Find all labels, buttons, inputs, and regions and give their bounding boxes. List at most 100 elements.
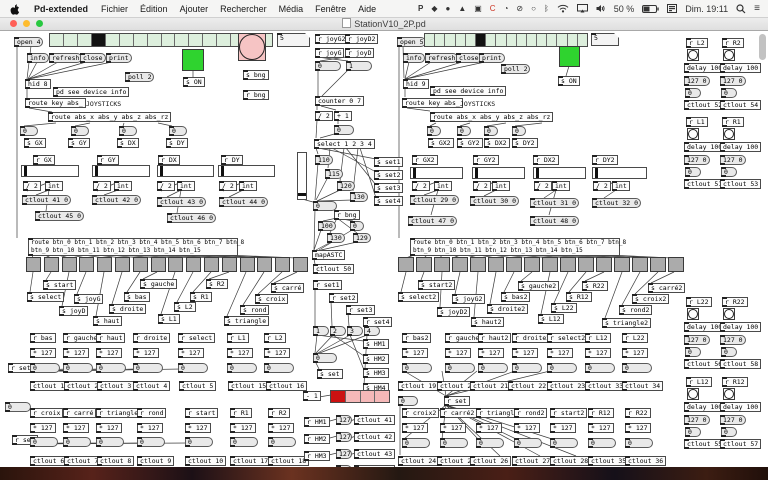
vertical-scrollbar-thumb[interactable] [759, 34, 766, 60]
device1-hradio-cell-1[interactable] [64, 34, 78, 46]
msg-0[interactable]: 0 [350, 221, 364, 231]
msg-ctlout-41-0[interactable]: ctlout 41 0 [22, 195, 71, 205]
msg-0[interactable]: 0 [20, 126, 38, 136]
device1-hradio-cell-5[interactable] [120, 34, 134, 46]
device2-btn-toggle-0[interactable] [398, 257, 414, 272]
msg-ctlout-43-0[interactable]: ctlout 43 0 [157, 197, 206, 207]
dy2-slider[interactable] [592, 167, 647, 179]
spotlight-search-icon[interactable] [736, 4, 746, 14]
r22-bang[interactable] [723, 308, 735, 320]
msg-0[interactable]: 0 [71, 126, 89, 136]
airplay-display-icon[interactable] [577, 4, 588, 13]
msg-0[interactable]: 0 [178, 363, 208, 373]
msg-0[interactable]: 0 [63, 437, 91, 447]
msg-poll-2[interactable]: poll 2 [125, 72, 154, 82]
msg-0[interactable]: 0 [440, 438, 468, 448]
msg-127-0[interactable]: 127 0 [720, 76, 746, 86]
msg-ctlout-44-0[interactable]: ctlout 44 0 [219, 197, 268, 207]
device2-btn-toggle-12[interactable] [614, 257, 630, 272]
device1-hradio-cell-9[interactable] [175, 34, 189, 46]
msg-127[interactable]: 127 [336, 415, 352, 425]
msg-0[interactable]: 0 [398, 396, 418, 406]
msg-0[interactable]: 0 [484, 126, 498, 136]
msg-0[interactable]: 0 [588, 438, 616, 448]
device2-btn-toggle-13[interactable] [632, 257, 648, 272]
apple-menu-icon[interactable] [10, 3, 20, 15]
dy-slider[interactable] [218, 165, 275, 177]
bluetooth-icon[interactable]: ᛒ [544, 4, 549, 13]
msg-close[interactable]: close [80, 53, 106, 63]
msg-0[interactable]: 0 [622, 363, 652, 373]
menu-ajouter[interactable]: Ajouter [180, 4, 209, 14]
device2-btn-toggle-5[interactable] [488, 257, 504, 272]
input-menu-icon[interactable] [667, 4, 677, 13]
device2-hradio-cell-15[interactable] [578, 34, 587, 46]
msg-0[interactable]: 0 [625, 438, 653, 448]
device2-hradio-cell-14[interactable] [568, 34, 578, 46]
msg-0[interactable]: 0 [402, 363, 432, 373]
msg-close[interactable]: close [456, 53, 482, 63]
app-status-icon-3[interactable]: ▲ [458, 4, 466, 13]
device1-hradio-cell-10[interactable] [189, 34, 203, 46]
msg-127-0[interactable]: 127 0 [684, 335, 710, 345]
notification-center-icon[interactable]: ≡ [754, 3, 760, 14]
device1-btn-toggle-12[interactable] [240, 257, 255, 272]
msg-0[interactable]: 0 [119, 126, 137, 136]
msg-0[interactable]: 0 [721, 167, 737, 177]
dx2-slider[interactable] [533, 167, 586, 179]
hm-hradio-cell-2[interactable] [361, 391, 376, 402]
msg-0[interactable]: 0 [685, 88, 701, 98]
msg-130[interactable]: 130 [327, 233, 345, 243]
hm-hradio-cell-0[interactable] [331, 391, 346, 402]
device2-btn-toggle-15[interactable] [668, 257, 684, 272]
device2-btn-toggle-14[interactable] [650, 257, 666, 272]
msg-0[interactable]: 0 [334, 125, 354, 135]
hm-hradio-cell-3[interactable] [375, 391, 389, 402]
device2-btn-toggle-2[interactable] [434, 257, 450, 272]
device2-hradio-cell-2[interactable] [445, 34, 455, 46]
wifi-icon[interactable] [557, 4, 569, 13]
msg-ctlout-48-0[interactable]: ctlout 48 0 [530, 216, 579, 226]
msg-0[interactable]: 0 [402, 438, 430, 448]
msg-115[interactable]: 115 [325, 169, 343, 179]
menu--dition[interactable]: Édition [140, 4, 168, 14]
msg-0[interactable]: 0 [313, 353, 337, 363]
msg-ctlout-30-0[interactable]: ctlout 30 0 [470, 196, 519, 206]
menu-fen-tre[interactable]: Fenêtre [315, 4, 346, 14]
msg-127-0[interactable]: 127 0 [684, 155, 710, 165]
device1-hradio-cell-3[interactable] [92, 34, 106, 46]
big-bang[interactable] [238, 33, 266, 61]
msg-127-0[interactable]: 127 0 [684, 76, 710, 86]
msg-0[interactable]: 0 [264, 363, 294, 373]
msg-open-5[interactable]: open 5 [397, 37, 426, 47]
device1-hradio-cell-0[interactable] [50, 34, 64, 46]
device1-hradio-cell-8[interactable] [162, 34, 176, 46]
msg-0[interactable]: 0 [185, 437, 213, 447]
msg-0[interactable]: 0 [63, 363, 93, 373]
msg-poll-2[interactable]: poll 2 [501, 64, 530, 74]
device1-btn-toggle-2[interactable] [62, 257, 77, 272]
msg-0[interactable]: 0 [585, 363, 615, 373]
app-menu[interactable]: Pd-extended [34, 4, 88, 14]
msg-0[interactable]: 0 [721, 347, 737, 357]
msg-4[interactable]: 4 [364, 326, 380, 336]
device2-hradio[interactable] [424, 33, 588, 47]
msg-127[interactable]: 127 [336, 449, 352, 459]
device1-hradio-cell-7[interactable] [148, 34, 162, 46]
msg-130[interactable]: 130 [350, 192, 368, 202]
device1-btn-toggle-7[interactable] [151, 257, 166, 272]
device2-hradio-cell-8[interactable] [507, 34, 517, 46]
msg-0[interactable]: 0 [514, 438, 542, 448]
msg-info[interactable]: info [27, 53, 49, 63]
msg-127-0[interactable]: 127 0 [720, 155, 746, 165]
device1-btn-toggle-9[interactable] [186, 257, 201, 272]
msg-ctlout-42-0[interactable]: ctlout 42 0 [92, 195, 141, 205]
device1-hradio-cell-11[interactable] [203, 34, 217, 46]
device2-hradio-cell-5[interactable] [476, 34, 486, 46]
msg-open-4[interactable]: open 4 [14, 37, 43, 47]
battery-icon[interactable] [642, 5, 659, 13]
dx-slider[interactable] [157, 165, 214, 177]
device2-hradio-cell-1[interactable] [435, 34, 445, 46]
device2-btn-toggle-7[interactable] [524, 257, 540, 272]
window-title-bar[interactable]: StationV10_2P.pd [0, 17, 768, 31]
